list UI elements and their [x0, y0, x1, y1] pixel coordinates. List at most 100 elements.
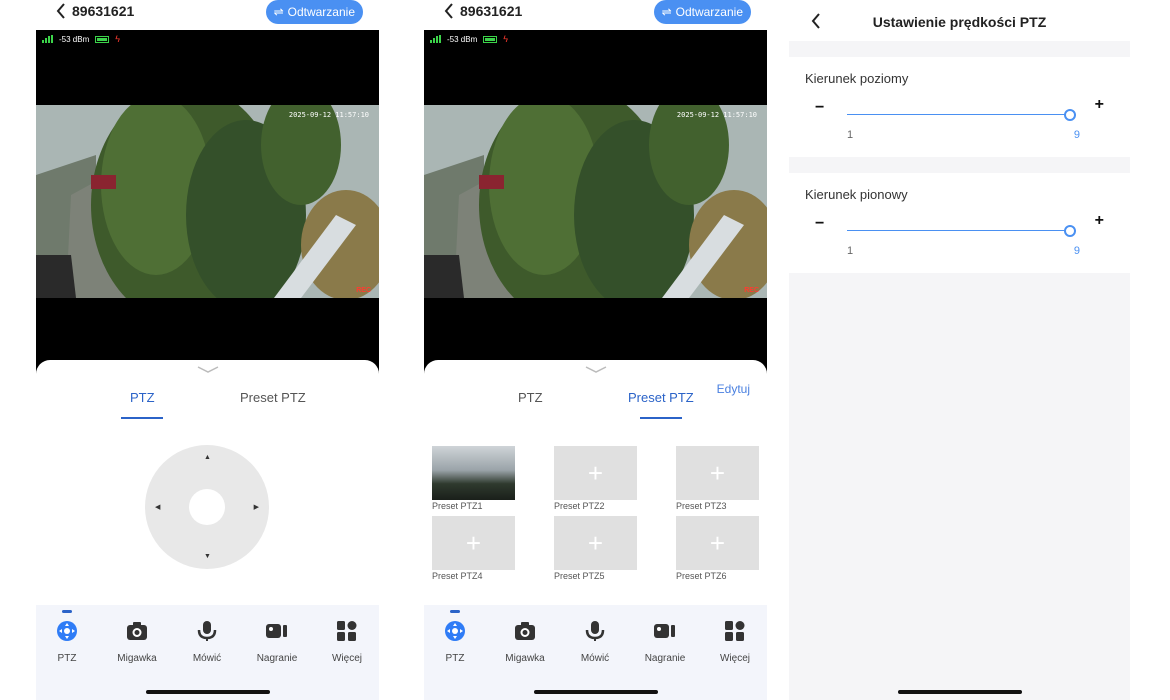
home-indicator[interactable]	[897, 690, 1022, 694]
nav-label: Nagranie	[256, 653, 298, 664]
nav-talk[interactable]: Mówić	[177, 619, 237, 664]
back-button[interactable]: 89631621	[56, 3, 134, 19]
ptz-screen: 89631621 ⇌ Odtwarzanie -53 dBm ϟ 2025-09…	[36, 0, 379, 700]
live-video[interactable]: -53 dBm ϟ 2025-09-12 11:57:10 REC	[36, 30, 379, 375]
horizontal-slider-track[interactable]	[847, 114, 1070, 115]
playback-button[interactable]: ⇌ Odtwarzanie	[265, 0, 363, 24]
vertical-slider-knob[interactable]	[1064, 225, 1076, 237]
preset-label: Preset PTZ1	[432, 501, 483, 511]
camera-image: 2025-09-12 11:57:10 REC	[36, 105, 379, 298]
camera-icon	[515, 622, 535, 640]
preset-slot-5[interactable]: + Preset PTZ5	[554, 516, 637, 581]
device-id: 89631621	[460, 3, 523, 19]
swap-icon: ⇌	[661, 5, 672, 19]
add-preset-icon: +	[432, 516, 515, 570]
home-indicator[interactable]	[533, 690, 658, 694]
nav-label: Mówić	[192, 653, 222, 664]
bottom-nav: PTZ Migawka Mówić Nagranie Więcej	[424, 605, 767, 700]
tab-preset-label: Preset PTZ	[240, 390, 306, 405]
live-video[interactable]: -53 dBm ϟ 2025-09-12 11:57:10 REC	[424, 30, 767, 375]
horizontal-plus-button[interactable]: +	[1095, 96, 1104, 114]
add-preset-icon: +	[676, 446, 759, 500]
preset-slot-3[interactable]: + Preset PTZ3	[676, 446, 759, 511]
horizontal-minus-button[interactable]: −	[815, 99, 824, 117]
chevron-left-icon	[56, 3, 65, 19]
vertical-label: Kierunek pionowy	[805, 187, 908, 202]
active-indicator	[62, 610, 72, 613]
back-button[interactable]: 89631621	[444, 3, 522, 19]
nav-label: PTZ	[57, 653, 77, 664]
tab-preset-ptz[interactable]: Preset PTZ	[628, 390, 694, 419]
vertical-slider-track[interactable]	[847, 230, 1070, 231]
playback-label: Odtwarzanie	[675, 5, 743, 19]
horizontal-min-value: 1	[847, 129, 854, 141]
nav-record[interactable]: Nagranie	[635, 619, 695, 664]
preset-slot-2[interactable]: + Preset PTZ2	[554, 446, 637, 511]
add-preset-icon: +	[554, 516, 637, 570]
tab-preset-ptz[interactable]: Preset PTZ	[240, 390, 306, 405]
video-record-icon	[266, 624, 287, 638]
horizontal-label: Kierunek poziomy	[805, 71, 909, 86]
arrow-up-icon[interactable]: ▲	[204, 454, 211, 461]
bottom-nav: PTZ Migawka Mówić Nagranie Więcej	[36, 605, 379, 700]
chevron-left-icon	[444, 3, 453, 19]
preset-label: Preset PTZ2	[554, 501, 605, 511]
rec-indicator: REC	[744, 287, 759, 294]
tab-bar: PTZ Preset PTZ	[36, 390, 379, 422]
arrow-down-icon[interactable]: ▼	[204, 553, 211, 560]
ptz-joystick[interactable]: ▲ ▼ ◀ ▶	[145, 445, 269, 569]
nav-more[interactable]: Więcej	[705, 619, 765, 664]
nav-more[interactable]: Więcej	[317, 619, 377, 664]
microphone-icon	[585, 621, 605, 641]
horizontal-slider-knob[interactable]	[1064, 109, 1076, 121]
nav-ptz[interactable]: PTZ	[37, 610, 97, 664]
playback-button[interactable]: ⇌ Odtwarzanie	[653, 0, 751, 24]
arrow-left-icon[interactable]: ◀	[155, 503, 160, 511]
nav-label: PTZ	[445, 653, 465, 664]
preset-slot-6[interactable]: + Preset PTZ6	[676, 516, 759, 581]
nav-snapshot[interactable]: Migawka	[107, 619, 167, 664]
nav-ptz[interactable]: PTZ	[425, 610, 485, 664]
stream-status: -53 dBm ϟ	[42, 34, 120, 44]
preset-slot-1[interactable]: Preset PTZ1	[432, 446, 515, 511]
signal-icon	[430, 35, 441, 43]
nav-label: Migawka	[505, 653, 545, 664]
chevron-down-icon[interactable]	[584, 364, 608, 374]
chevron-down-icon[interactable]	[196, 364, 220, 374]
vertical-min-value: 1	[847, 245, 854, 257]
preset-label: Preset PTZ3	[676, 501, 727, 511]
home-indicator[interactable]	[145, 690, 270, 694]
vertical-minus-button[interactable]: −	[815, 215, 824, 233]
settings-header: Ustawienie prędkości PTZ	[789, 0, 1130, 41]
vertical-speed-card: Kierunek pionowy − + 1 9	[789, 173, 1130, 273]
charging-icon: ϟ	[503, 34, 508, 44]
signal-icon	[42, 35, 53, 43]
nav-talk[interactable]: Mówić	[565, 619, 625, 664]
nav-label: Nagranie	[644, 653, 686, 664]
rec-indicator: REC	[356, 287, 371, 294]
speed-settings-screen: Ustawienie prędkości PTZ Kierunek poziom…	[789, 0, 1130, 700]
ptz-icon	[445, 621, 465, 641]
nav-label: Więcej	[331, 653, 362, 664]
tab-ptz[interactable]: PTZ	[121, 390, 164, 419]
video-record-icon	[654, 624, 675, 638]
vertical-plus-button[interactable]: +	[1095, 212, 1104, 230]
add-preset-icon: +	[676, 516, 759, 570]
tab-preset-label: Preset PTZ	[628, 390, 694, 405]
preset-label: Preset PTZ4	[432, 571, 483, 581]
preset-slot-4[interactable]: + Preset PTZ4	[432, 516, 515, 581]
timestamp: 2025-09-12 11:57:10	[676, 111, 757, 119]
nav-snapshot[interactable]: Migawka	[495, 619, 555, 664]
preset-thumbnail	[432, 446, 515, 500]
joystick-center[interactable]	[189, 489, 225, 525]
tab-ptz[interactable]: PTZ	[518, 390, 543, 405]
preset-label: Preset PTZ5	[554, 571, 605, 581]
device-id: 89631621	[72, 3, 135, 19]
top-bar: 89631621 ⇌ Odtwarzanie	[424, 0, 767, 30]
nav-label: Więcej	[719, 653, 750, 664]
nav-record[interactable]: Nagranie	[247, 619, 307, 664]
tab-bar: PTZ Preset PTZ	[424, 390, 767, 422]
playback-label: Odtwarzanie	[287, 5, 355, 19]
arrow-right-icon[interactable]: ▶	[254, 503, 259, 511]
ptz-icon	[57, 621, 77, 641]
